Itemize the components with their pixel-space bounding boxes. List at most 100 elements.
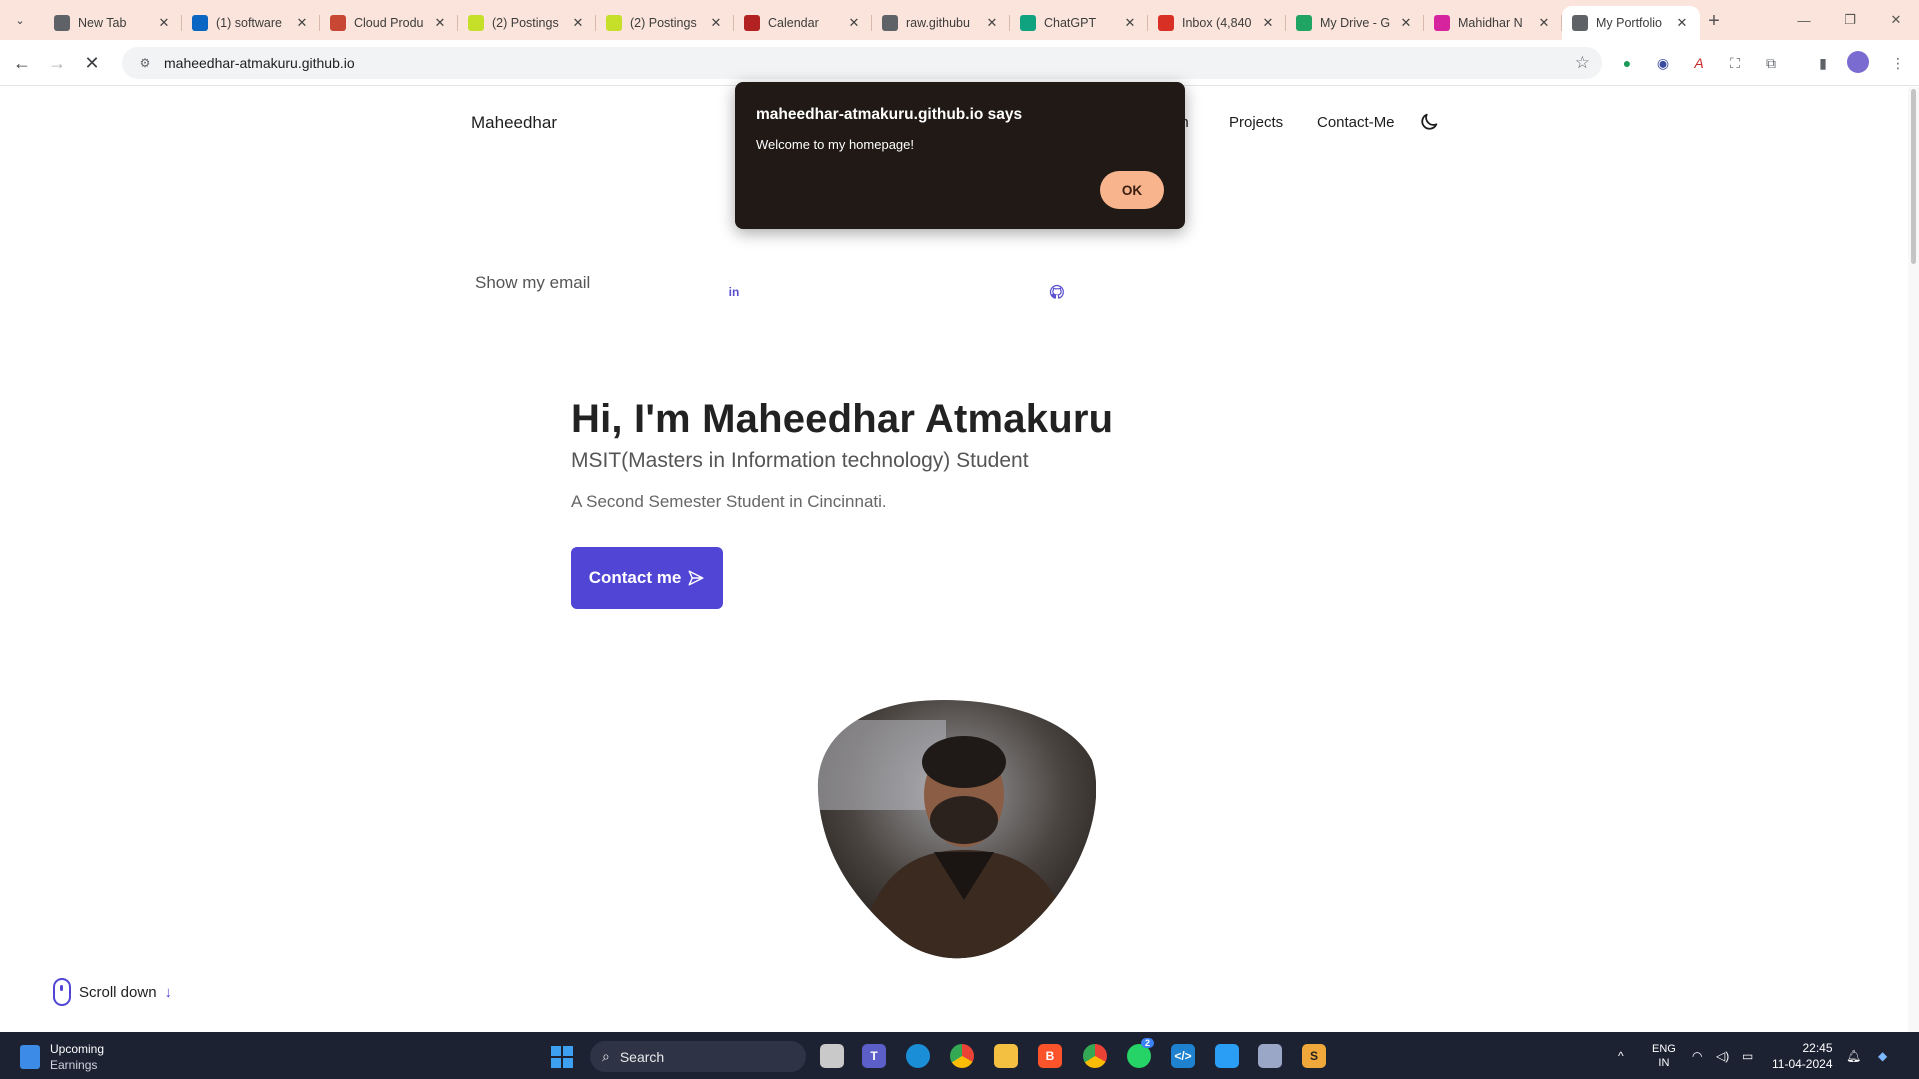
linkedin-icon <box>192 15 208 31</box>
notepad-icon[interactable] <box>1215 1044 1239 1068</box>
stop-loading-icon[interactable]: ✕ <box>78 49 106 77</box>
language-indicator[interactable]: ENG IN <box>1652 1032 1676 1079</box>
browser-tab[interactable]: (1) software ✕ <box>182 6 320 40</box>
tab-title: (2) Postings <box>630 16 697 30</box>
search-icon: ⌕ <box>602 1048 610 1064</box>
tab-close-icon[interactable]: ✕ <box>984 15 1000 31</box>
dark-mode-moon-icon[interactable] <box>1418 111 1440 133</box>
browser-tab[interactable]: Inbox (4,840 ✕ <box>1148 6 1286 40</box>
linkedin-icon[interactable]: in <box>725 283 743 301</box>
bookmark-star-icon[interactable]: ☆ <box>1575 53 1590 73</box>
clock-time: 22:45 <box>1802 1041 1833 1055</box>
taskbar-search[interactable]: ⌕ Search <box>590 1041 806 1072</box>
battery-icon[interactable]: ▭ <box>1742 1032 1753 1079</box>
instagram-icon <box>1434 15 1450 31</box>
grammarly-icon[interactable]: ● <box>1615 51 1639 75</box>
close-window-icon[interactable]: ✕ <box>1873 0 1919 40</box>
chrome-icon[interactable] <box>950 1044 974 1068</box>
extensions-puzzle-icon[interactable]: ⧉ <box>1759 51 1783 75</box>
site-brand[interactable]: Maheedhar <box>471 113 557 133</box>
profile-avatar[interactable] <box>1847 51 1869 73</box>
tab-close-icon[interactable]: ✕ <box>1674 15 1690 31</box>
tab-title: Mahidhar N <box>1458 16 1523 30</box>
site-info-icon[interactable]: ⚙ <box>136 54 154 72</box>
volume-icon[interactable]: ◁) <box>1716 1032 1729 1079</box>
calendar-icon <box>744 15 760 31</box>
browser-tab-strip: ⌄ New Tab ✕ (1) software ✕ Cloud Produ ✕ (2) P… <box>0 0 1919 40</box>
sublime-icon[interactable]: S <box>1302 1044 1326 1068</box>
stock-news-icon <box>20 1045 40 1069</box>
tab-close-icon[interactable]: ✕ <box>432 15 448 31</box>
nav-link-projects[interactable]: Projects <box>1229 114 1283 131</box>
contact-me-button[interactable]: Contact me <box>571 547 723 609</box>
edge-icon[interactable] <box>906 1044 930 1068</box>
nav-link-contact[interactable]: Contact-Me <box>1317 114 1395 131</box>
minimize-icon[interactable]: — <box>1781 0 1827 40</box>
page-scrollbar[interactable] <box>1908 87 1919 1032</box>
dialog-ok-button[interactable]: OK <box>1100 171 1164 209</box>
lang-line1: ENG <box>1652 1042 1676 1055</box>
menu-kebab-icon[interactable]: ⋮ <box>1886 51 1910 75</box>
browser-tab[interactable]: Calendar ✕ <box>734 6 872 40</box>
new-tab-icon[interactable]: + <box>1702 10 1726 33</box>
tab-close-icon[interactable]: ✕ <box>1122 15 1138 31</box>
scroll-down-label: Scroll down <box>79 983 157 1001</box>
hero-description: A Second Semester Student in Cincinnati. <box>571 492 887 511</box>
dialog-title: maheedhar-atmakuru.github.io says <box>756 106 1023 123</box>
mouse-icon <box>53 978 71 1006</box>
tab-close-icon[interactable]: ✕ <box>1398 15 1414 31</box>
tab-close-icon[interactable]: ✕ <box>570 15 586 31</box>
tab-close-icon[interactable]: ✕ <box>1536 15 1552 31</box>
side-panel-icon[interactable]: ▮ <box>1811 51 1835 75</box>
widgets-button[interactable]: Upcoming Earnings <box>20 1041 104 1073</box>
screenshot-icon[interactable]: ⛶ <box>1723 51 1747 75</box>
browser-tab[interactable]: New Tab ✕ <box>44 6 182 40</box>
scrollbar-thumb[interactable] <box>1911 89 1916 264</box>
flag-extension-icon[interactable]: ◉ <box>1651 51 1675 75</box>
browser-tab[interactable]: (2) Postings ✕ <box>596 6 734 40</box>
show-email-link[interactable]: Show my email <box>475 273 590 293</box>
task-view-icon[interactable] <box>820 1044 844 1068</box>
acrobat-icon[interactable]: A <box>1687 51 1711 75</box>
browser-tab[interactable]: My Portfolio ✕ <box>1562 6 1700 40</box>
chatgpt-icon <box>1020 15 1036 31</box>
file-explorer-icon[interactable] <box>994 1044 1018 1068</box>
github-icon[interactable] <box>1048 283 1066 301</box>
browser-tab[interactable]: My Drive - G ✕ <box>1286 6 1424 40</box>
tab-close-icon[interactable]: ✕ <box>1260 15 1276 31</box>
brave-icon[interactable]: B <box>1038 1044 1062 1068</box>
vscode-icon[interactable]: </> <box>1171 1044 1195 1068</box>
tab-title: Inbox (4,840 <box>1182 16 1252 30</box>
teams-icon[interactable]: T <box>862 1044 886 1068</box>
lang-line2: IN <box>1658 1056 1670 1069</box>
send-icon <box>688 570 704 586</box>
tab-search-icon[interactable]: ⌄ <box>8 8 32 32</box>
whatsapp-badge: 2 <box>1141 1038 1155 1048</box>
address-bar[interactable]: ⚙ maheedhar-atmakuru.github.io ☆ <box>122 47 1602 79</box>
browser-tab[interactable]: Cloud Produ ✕ <box>320 6 458 40</box>
tab-close-icon[interactable]: ✕ <box>846 15 862 31</box>
back-icon[interactable]: ← <box>8 49 36 77</box>
notification-bell-icon[interactable]: 🔔︎ <box>1846 1032 1861 1079</box>
copilot-icon[interactable]: ◆ <box>1878 1032 1887 1079</box>
tab-close-icon[interactable]: ✕ <box>294 15 310 31</box>
oracle-icon <box>330 15 346 31</box>
start-windows-icon[interactable] <box>551 1046 573 1068</box>
url-text[interactable]: maheedhar-atmakuru.github.io <box>164 55 355 71</box>
virtualbox-icon[interactable] <box>1258 1044 1282 1068</box>
tab-close-icon[interactable]: ✕ <box>156 15 172 31</box>
show-hidden-icons[interactable]: ^ <box>1618 1032 1624 1079</box>
browser-tab[interactable]: raw.githubu ✕ <box>872 6 1010 40</box>
browser-tab[interactable]: Mahidhar N ✕ <box>1424 6 1562 40</box>
restore-icon[interactable]: ❐ <box>1827 0 1873 40</box>
browser-tab[interactable]: (2) Postings ✕ <box>458 6 596 40</box>
system-clock[interactable]: 22:45 11-04-2024 <box>1772 1040 1833 1072</box>
wifi-icon[interactable]: ◠ <box>1692 1032 1702 1079</box>
hero-subtitle: MSIT(Masters in Information technology) … <box>571 449 1029 472</box>
scroll-down-link[interactable]: Scroll down ↓ <box>53 978 172 1006</box>
chrome-profile-icon[interactable] <box>1083 1044 1107 1068</box>
browser-tab[interactable]: ChatGPT ✕ <box>1010 6 1148 40</box>
whatsapp-icon[interactable]: 2 <box>1127 1038 1155 1068</box>
tab-close-icon[interactable]: ✕ <box>708 15 724 31</box>
forward-icon[interactable]: → <box>43 49 71 77</box>
